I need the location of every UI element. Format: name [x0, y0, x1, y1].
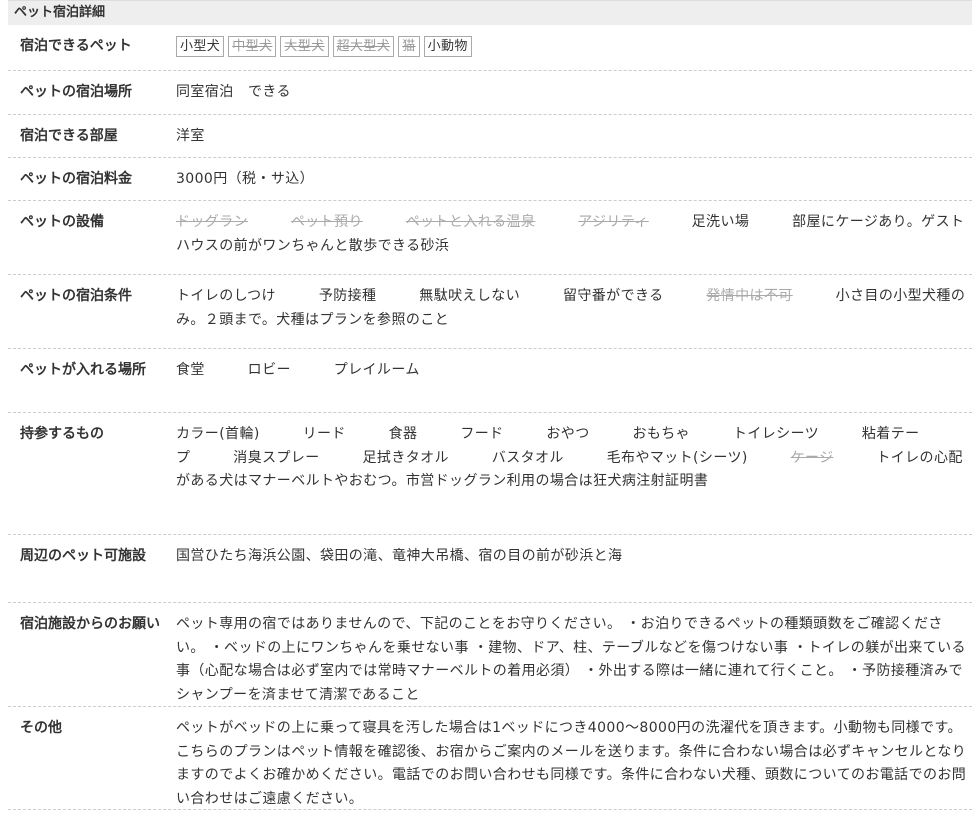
bring-item: 消臭スプレー [233, 449, 320, 466]
pet-type-tag: 小型犬 [176, 36, 225, 57]
row-label: その他 [20, 720, 62, 736]
row-other: その他 ペットがベッドの上に乗って寝具を汚した場合は1ベッドにつき4000～80… [8, 707, 972, 810]
row-bring: 持参するもの カラー(首輪) リード 食器 フード おやつ おもちゃ トイレシー… [8, 413, 972, 535]
condition-item: 予防接種 [318, 288, 377, 304]
facility-item: 足洗い場 [691, 214, 750, 230]
row-conditions: ペットの宿泊条件 トイレのしつけ 予防接種 無駄吠えしない 留守番ができる 発情… [8, 275, 972, 349]
bring-items: カラー(首輪) リード 食器 フード おやつ おもちゃ トイレシーツ 粘着テープ… [176, 426, 920, 466]
bring-item: 毛布やマット(シーツ) [606, 449, 748, 466]
row-facilities: ペットの設備 ドッグラン ペット預り ペットと入れる温泉 アジリティ 足洗い場 … [8, 201, 972, 275]
condition-items: トイレのしつけ 予防接種 無駄吠えしない 留守番ができる 発情中は不可 [176, 288, 836, 304]
row-label: ペットが入れる場所 [20, 362, 146, 378]
facility-item: ペット預り [290, 214, 363, 230]
bring-item: カラー(首輪) [176, 426, 260, 442]
section-title: ペット宿泊詳細 [8, 0, 972, 25]
facility-item: ペットと入れる温泉 [405, 214, 536, 230]
row-value: ペットがベッドの上に乗って寝具を汚した場合は1ベッドにつき4000～8000円の… [176, 720, 967, 807]
row-label: 宿泊できる部屋 [20, 128, 118, 144]
row-nearby: 周辺のペット可施設 国営ひたち海浜公園、袋田の滝、竜神大吊橋、宿の目の前が砂浜と… [8, 535, 972, 603]
facility-items: ドッグラン ペット預り ペットと入れる温泉 アジリティ 足洗い場 [176, 214, 792, 230]
pet-type-tag: 中型犬 [228, 36, 277, 57]
bring-item: おもちゃ [632, 426, 691, 442]
pet-type-tag: 大型犬 [280, 36, 329, 57]
row-value: 洋室 [176, 128, 205, 144]
condition-item: 留守番ができる [562, 288, 664, 304]
row-fee: ペットの宿泊料金 3000円（税・サ込） [8, 158, 972, 201]
area-item: 食堂 [176, 362, 205, 378]
area-item: ロビー [247, 362, 291, 378]
row-value: ペット専用の宿ではありませんので、下記のことをお守りください。 ・お泊りできるペ… [176, 616, 966, 703]
bring-item: 食器 [388, 426, 418, 442]
row-pets: 宿泊できるペット 小型犬 中型犬 大型犬 超大型犬猫小動物 [8, 25, 972, 71]
area-items: 食堂 ロビー プレイルーム [176, 359, 972, 412]
pet-type-tag: 超大型犬 [332, 36, 395, 57]
pet-type-tag: 小動物 [423, 36, 472, 57]
row-areas: ペットが入れる場所 食堂 ロビー プレイルーム [8, 349, 972, 413]
row-place: ペットの宿泊場所 同室宿泊 できる [8, 71, 972, 115]
pet-type-tags: 小型犬 中型犬 大型犬 超大型犬猫小動物 [176, 35, 972, 70]
bring-item: ケージ [790, 449, 834, 466]
bring-value: カラー(首輪) リード 食器 フード おやつ おもちゃ トイレシーツ 粘着テープ… [176, 423, 972, 534]
bring-item: おやつ [546, 426, 590, 442]
row-label: 持参するもの [20, 426, 104, 442]
row-label: 周辺のペット可施設 [20, 548, 146, 564]
facility-item: アジリティ [578, 214, 649, 230]
row-requests: 宿泊施設からのお願い ペット専用の宿ではありませんので、下記のことをお守りくださ… [8, 603, 972, 707]
row-value: 国営ひたち海浜公園、袋田の滝、竜神大吊橋、宿の目の前が砂浜と海 [176, 548, 623, 564]
row-label: ペットの宿泊条件 [20, 288, 132, 304]
bring-item: リード [302, 426, 346, 442]
bring-item: トイレシーツ [732, 426, 820, 442]
row-label: ペットの宿泊場所 [20, 84, 132, 100]
condition-item: 発情中は不可 [706, 288, 793, 304]
pet-stay-details: ペット宿泊詳細 宿泊できるペット 小型犬 中型犬 大型犬 超大型犬猫小動物 ペットの宿… [8, 0, 972, 810]
bring-item: バスタオル [491, 449, 564, 466]
conditions-value: トイレのしつけ 予防接種 無駄吠えしない 留守番ができる 発情中は不可 小さ目の… [176, 285, 972, 348]
condition-item: トイレのしつけ [176, 288, 276, 304]
row-label: 宿泊施設からのお願い [20, 616, 160, 632]
row-label: 宿泊できるペット [20, 38, 132, 54]
condition-item: 無駄吠えしない [419, 288, 521, 304]
row-label: ペットの設備 [20, 214, 104, 230]
bring-item: フード [460, 426, 504, 442]
facilities-value: ドッグラン ペット預り ペットと入れる温泉 アジリティ 足洗い場 部屋にケージあ… [176, 211, 972, 274]
area-item: プレイルーム [333, 362, 420, 378]
bring-item: 足拭きタオル [362, 449, 449, 466]
row-value: 3000円（税・サ込） [176, 171, 315, 187]
row-value: 同室宿泊 できる [176, 84, 291, 100]
row-room: 宿泊できる部屋 洋室 [8, 115, 972, 158]
row-label: ペットの宿泊料金 [20, 171, 132, 187]
pet-type-tag: 猫 [398, 36, 420, 57]
facility-item: ドッグラン [176, 214, 248, 230]
